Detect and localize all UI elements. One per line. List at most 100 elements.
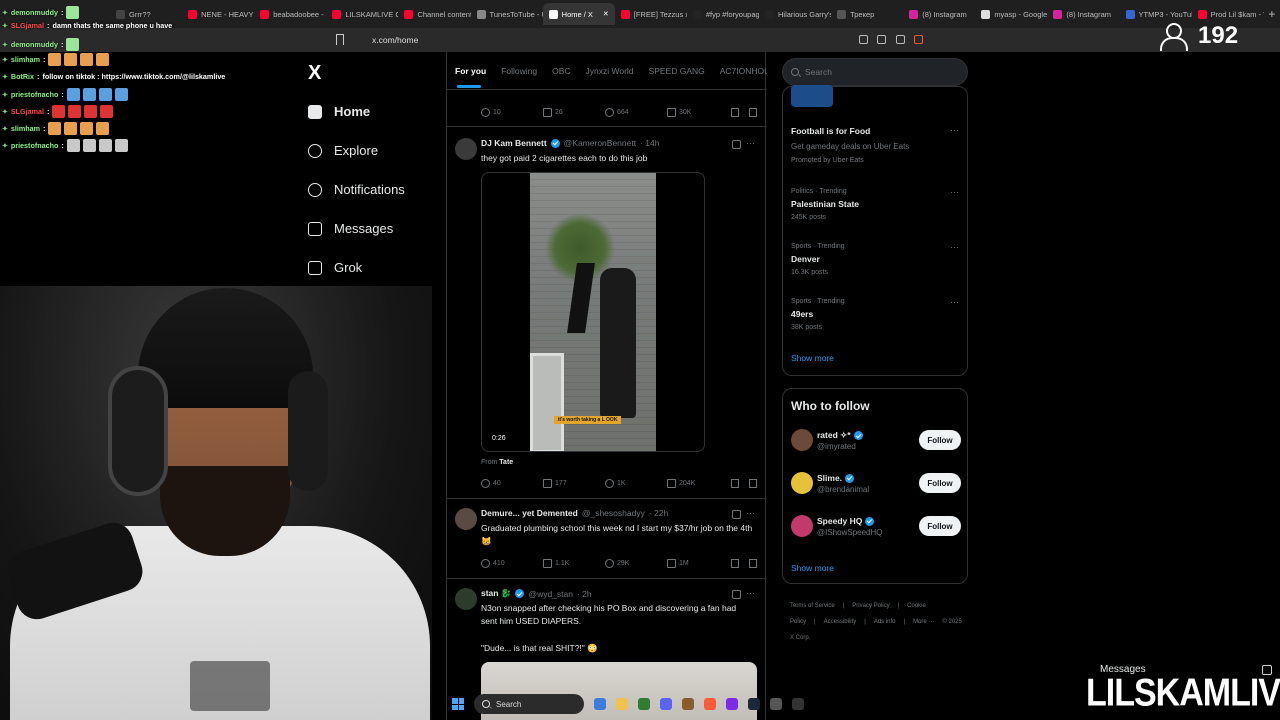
footer-link[interactable]: Terms of Service <box>790 603 835 609</box>
repost-button[interactable]: 26 <box>543 108 605 117</box>
avatar[interactable] <box>455 588 477 610</box>
account-handle[interactable]: @brendanimal <box>817 485 869 494</box>
copilot-icon[interactable] <box>594 698 606 710</box>
video-player[interactable]: it's worth taking a L OOK 0:26 <box>481 172 705 452</box>
browser-tab[interactable]: Home / X ✕ <box>542 3 615 25</box>
more-icon[interactable]: ··· <box>746 588 755 598</box>
author-name[interactable]: stan 🐉 <box>481 588 511 599</box>
follow-suggestion[interactable]: Slime. @brendanimal Follow <box>791 470 961 500</box>
account-name[interactable]: rated ✧* <box>817 430 863 441</box>
obs-icon[interactable] <box>726 698 738 710</box>
repost-button[interactable]: 177 <box>543 479 605 488</box>
account-name[interactable]: Speedy HQ <box>817 516 875 526</box>
follow-suggestion[interactable]: rated ✧* @imyrated Follow <box>791 427 961 457</box>
reply-button[interactable]: 410 <box>481 559 543 568</box>
avatar[interactable] <box>791 472 813 494</box>
follow-button[interactable]: Follow <box>919 516 961 536</box>
nav-item-grok[interactable]: Grok <box>308 260 362 275</box>
nav-item-notifications[interactable]: Notifications <box>308 182 405 197</box>
footer-link[interactable]: Ads info <box>874 619 896 625</box>
browser-tab[interactable]: Трекер <box>831 3 903 25</box>
more-icon[interactable]: ··· <box>950 125 959 135</box>
share-icon[interactable] <box>877 35 886 44</box>
author-handle[interactable]: @KameronBennett <box>564 138 636 148</box>
screen-icon[interactable] <box>859 35 868 44</box>
feed-tab[interactable]: For you <box>455 66 495 88</box>
more-icon[interactable]: ··· <box>746 138 755 148</box>
browser-tab[interactable]: TunesToTube - Up <box>471 3 543 25</box>
author-handle[interactable]: @wyd_stan <box>528 589 573 599</box>
close-tab-icon[interactable]: ✕ <box>603 10 609 18</box>
steam-icon[interactable] <box>748 698 760 710</box>
url-text[interactable]: x.com/home <box>372 35 418 45</box>
feed-tab[interactable]: OBC <box>552 66 579 76</box>
reply-button[interactable]: 40 <box>481 479 543 488</box>
nav-item-home[interactable]: Home <box>308 104 370 119</box>
trend-item[interactable]: Sports · Trending Denver 16.3K posts <box>791 240 845 279</box>
share-icon[interactable] <box>749 559 757 568</box>
more-icon[interactable]: ··· <box>950 297 959 307</box>
browser-tab[interactable]: Hilarious Garry's M <box>759 3 831 25</box>
browser-tab[interactable]: Channel content - <box>398 3 471 25</box>
author-name[interactable]: DJ Kam Bennett <box>481 138 547 148</box>
promo-image[interactable] <box>791 85 833 107</box>
search-input[interactable]: Search <box>782 58 968 86</box>
author-handle[interactable]: @_shesoshadyy <box>582 508 645 518</box>
repost-button[interactable]: 1.1K <box>543 559 605 568</box>
views-button[interactable]: 30K <box>667 108 729 117</box>
file-explorer-icon[interactable] <box>616 698 628 710</box>
avatar[interactable] <box>455 138 477 160</box>
follow-suggestion[interactable]: Speedy HQ @IShowSpeedHQ Follow <box>791 513 961 543</box>
nav-item-messages[interactable]: Messages <box>308 221 393 236</box>
feed-tab[interactable]: Following <box>501 66 546 76</box>
more-icon[interactable]: ··· <box>950 242 959 252</box>
browser-tab[interactable]: (8) Instagram <box>1047 3 1119 25</box>
like-button[interactable]: 1K <box>605 479 667 488</box>
follow-button[interactable]: Follow <box>919 430 961 450</box>
promoted-trend[interactable]: Football is for Food Get gameday deals o… <box>791 125 909 167</box>
like-button[interactable]: 664 <box>605 108 667 117</box>
avatar[interactable] <box>791 515 813 537</box>
tweet-time[interactable]: · 2h <box>577 589 592 599</box>
app-icon[interactable] <box>682 698 694 710</box>
new-tab-button[interactable]: + <box>1264 7 1280 21</box>
footer-link[interactable]: More ··· <box>913 619 934 625</box>
bookmark-icon[interactable] <box>731 559 739 568</box>
avatar[interactable] <box>791 429 813 451</box>
brave-icon[interactable] <box>704 698 716 710</box>
trend-item[interactable]: Sports · Trending 49ers 38K posts <box>791 295 845 334</box>
browser-tab[interactable]: LILSKAMLIVE CLIP <box>326 3 398 25</box>
store-icon[interactable] <box>638 698 650 710</box>
bookmark-icon[interactable] <box>336 34 344 45</box>
x-logo[interactable]: X <box>308 62 321 85</box>
account-handle[interactable]: @imyrated <box>817 442 856 451</box>
author-name[interactable]: Demure... yet Demented <box>481 508 578 518</box>
tweet-time[interactable]: · 14h <box>640 138 659 148</box>
footer-link[interactable]: Accessibility <box>824 619 857 625</box>
views-button[interactable]: 204K <box>667 479 729 488</box>
avatar[interactable] <box>455 508 477 530</box>
browser-tab[interactable]: (8) Instagram <box>903 3 975 25</box>
views-button[interactable]: 1M <box>667 559 729 568</box>
account-handle[interactable]: @IShowSpeedHQ <box>817 528 883 537</box>
app-icon[interactable] <box>792 698 804 710</box>
show-more-link[interactable]: Show more <box>791 353 834 363</box>
grok-icon[interactable] <box>732 140 741 149</box>
windows-start-icon[interactable] <box>452 698 464 710</box>
browser-tab[interactable]: #fyp #foryoupage <box>687 3 759 25</box>
footer-link[interactable]: Privacy Policy <box>852 603 889 609</box>
feed-tab[interactable]: SPEED GANG <box>649 66 714 76</box>
grok-icon[interactable] <box>732 590 741 599</box>
feed-tab[interactable]: AC7IONHOU <box>720 66 767 76</box>
app-icon[interactable] <box>770 698 782 710</box>
browser-tab[interactable]: beabadoobee - H <box>254 3 326 25</box>
more-icon[interactable]: ··· <box>746 508 755 518</box>
shield-icon[interactable] <box>896 35 905 44</box>
like-button[interactable]: 29K <box>605 559 667 568</box>
source-name[interactable]: Tate <box>499 459 513 466</box>
more-icon[interactable]: ··· <box>950 187 959 197</box>
follow-button[interactable]: Follow <box>919 473 961 493</box>
nav-item-explore[interactable]: Explore <box>308 143 378 158</box>
bookmark-icon[interactable] <box>731 108 739 117</box>
browser-tab[interactable]: [FREE] Tezzus x d <box>615 3 687 25</box>
